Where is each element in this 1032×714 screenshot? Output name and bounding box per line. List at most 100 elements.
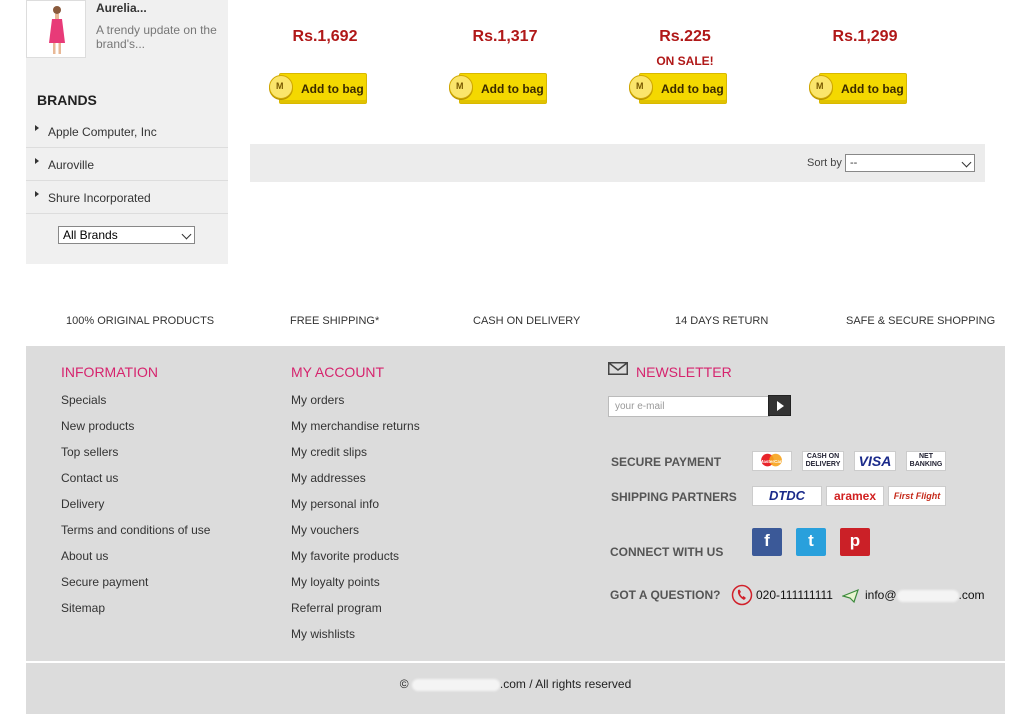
footer-link-secure-payment[interactable]: Secure payment bbox=[61, 575, 148, 589]
copyright: © .com / All rights reserved bbox=[26, 677, 1005, 691]
aramex-logo: aramex bbox=[826, 486, 884, 506]
envelope-icon bbox=[608, 362, 628, 375]
bag-icon: M bbox=[449, 75, 473, 99]
shipping-partners-label: SHIPPING PARTNERS bbox=[611, 490, 737, 504]
facebook-icon[interactable]: f bbox=[752, 528, 782, 556]
twitter-icon[interactable]: t bbox=[796, 528, 826, 556]
brands-title: BRANDS bbox=[37, 92, 97, 108]
product-description: A trendy update on the brand's... bbox=[96, 23, 217, 51]
first-flight-logo: First Flight bbox=[888, 486, 946, 506]
footer-link-terms[interactable]: Terms and conditions of use bbox=[61, 523, 210, 537]
brand-select-value: All Brands bbox=[63, 228, 118, 242]
chevron-down-icon bbox=[961, 157, 972, 168]
product-card: Rs.225 ON SALE! M Add to bag bbox=[595, 28, 775, 108]
add-to-bag-label: Add to bag bbox=[841, 82, 904, 96]
bag-icon-letter: M bbox=[276, 81, 284, 91]
account-title: MY ACCOUNT bbox=[291, 364, 385, 380]
sort-label: Sort by bbox=[807, 157, 842, 169]
account-link-referral[interactable]: Referral program bbox=[291, 601, 382, 615]
svg-text:MasterCard: MasterCard bbox=[760, 459, 785, 464]
left-sidebar: Aurelia... A trendy update on the brand'… bbox=[26, 0, 228, 264]
brand-label: Shure Incorporated bbox=[48, 191, 151, 205]
add-to-bag-button[interactable]: M Add to bag bbox=[809, 73, 907, 105]
sort-select-value: -- bbox=[850, 157, 858, 169]
feature-cod: CASH ON DELIVERY bbox=[473, 315, 581, 327]
dtdc-logo: DTDC bbox=[752, 486, 822, 506]
footer-link-top-sellers[interactable]: Top sellers bbox=[61, 445, 118, 459]
bag-icon: M bbox=[269, 75, 293, 99]
footer-link-specials[interactable]: Specials bbox=[61, 393, 106, 407]
footer-link-about[interactable]: About us bbox=[61, 549, 108, 563]
caret-right-icon bbox=[35, 125, 39, 131]
brand-label: Apple Computer, Inc bbox=[48, 125, 157, 139]
email-domain-redacted bbox=[896, 589, 959, 602]
phone-number[interactable]: 020-111111111 bbox=[756, 588, 833, 602]
add-to-bag-button[interactable]: M Add to bag bbox=[449, 73, 547, 105]
account-link-favorites[interactable]: My favorite products bbox=[291, 549, 399, 563]
account-link-loyalty[interactable]: My loyalty points bbox=[291, 575, 380, 589]
brand-item-auroville[interactable]: Auroville bbox=[26, 148, 228, 181]
connect-label: CONNECT WITH US bbox=[610, 545, 724, 559]
phone-icon bbox=[731, 584, 753, 606]
account-link-orders[interactable]: My orders bbox=[291, 393, 344, 407]
caret-right-icon bbox=[35, 158, 39, 164]
sort-bar: Sort by -- bbox=[250, 144, 985, 182]
footer: INFORMATION Specials New products Top se… bbox=[26, 346, 1005, 714]
play-arrow-icon bbox=[777, 401, 784, 411]
newsletter-email-input[interactable]: your e-mail bbox=[608, 396, 770, 417]
add-to-bag-label: Add to bag bbox=[481, 82, 544, 96]
question-label: GOT A QUESTION? bbox=[610, 588, 721, 602]
product-price: Rs.1,317 bbox=[472, 28, 538, 45]
account-link-wishlists[interactable]: My wishlists bbox=[291, 627, 355, 641]
pinterest-icon[interactable]: p bbox=[840, 528, 870, 556]
pinterest-glyph: p bbox=[849, 531, 861, 550]
account-link-returns[interactable]: My merchandise returns bbox=[291, 419, 420, 433]
footer-link-sitemap[interactable]: Sitemap bbox=[61, 601, 105, 615]
brand-item-shure[interactable]: Shure Incorporated bbox=[26, 181, 228, 214]
product-thumbnail[interactable] bbox=[26, 0, 86, 58]
product-price: Rs.225 bbox=[659, 28, 711, 45]
sort-select[interactable]: -- bbox=[845, 154, 975, 172]
add-to-bag-button[interactable]: M Add to bag bbox=[629, 73, 727, 105]
account-link-personal-info[interactable]: My personal info bbox=[291, 497, 379, 511]
twitter-glyph: t bbox=[808, 531, 814, 550]
support-email[interactable]: info@ .com bbox=[865, 588, 985, 602]
cod-logo: CASH ON DELIVERY bbox=[802, 451, 844, 471]
bag-icon: M bbox=[809, 75, 833, 99]
footer-link-contact[interactable]: Contact us bbox=[61, 471, 118, 485]
bag-icon-letter: M bbox=[636, 81, 644, 91]
dress-image bbox=[49, 6, 65, 54]
account-link-credit-slips[interactable]: My credit slips bbox=[291, 445, 367, 459]
product-name[interactable]: Aurelia... bbox=[96, 1, 147, 15]
secure-payment-label: SECURE PAYMENT bbox=[611, 455, 722, 469]
account-link-vouchers[interactable]: My vouchers bbox=[291, 523, 359, 537]
facebook-glyph: f bbox=[764, 531, 770, 550]
copyright-text: .com / All rights reserved bbox=[499, 677, 632, 691]
product-card: Rs.1,692 M Add to bag bbox=[235, 28, 415, 108]
bag-icon-letter: M bbox=[816, 81, 824, 91]
feature-return: 14 DAYS RETURN bbox=[675, 315, 769, 327]
add-to-bag-button[interactable]: M Add to bag bbox=[269, 73, 367, 105]
newsletter-submit-button[interactable] bbox=[768, 395, 791, 416]
account-link-addresses[interactable]: My addresses bbox=[291, 471, 366, 485]
add-to-bag-label: Add to bag bbox=[661, 82, 724, 96]
site-name-redacted bbox=[411, 678, 500, 691]
footer-link-delivery[interactable]: Delivery bbox=[61, 497, 104, 511]
feature-secure: SAFE & SECURE SHOPPING bbox=[846, 315, 996, 327]
information-title: INFORMATION bbox=[61, 364, 158, 380]
footer-link-new-products[interactable]: New products bbox=[61, 419, 134, 433]
brand-item-apple[interactable]: Apple Computer, Inc bbox=[26, 115, 228, 148]
brand-select[interactable]: All Brands bbox=[58, 226, 195, 244]
mastercard-icon: MasterCard bbox=[760, 453, 785, 467]
bag-icon-letter: M bbox=[456, 81, 464, 91]
add-to-bag-label: Add to bag bbox=[301, 82, 364, 96]
copyright-symbol: © bbox=[399, 677, 409, 691]
caret-right-icon bbox=[35, 191, 39, 197]
email-icon bbox=[842, 588, 859, 604]
product-card: Rs.1,317 M Add to bag bbox=[415, 28, 595, 108]
feature-free-shipping: FREE SHIPPING* bbox=[290, 315, 380, 327]
netbanking-logo: NET BANKING bbox=[906, 451, 946, 471]
product-price: Rs.1,299 bbox=[832, 28, 898, 45]
email-suffix: .com bbox=[958, 588, 985, 602]
mastercard-logo: MasterCard bbox=[752, 451, 792, 471]
